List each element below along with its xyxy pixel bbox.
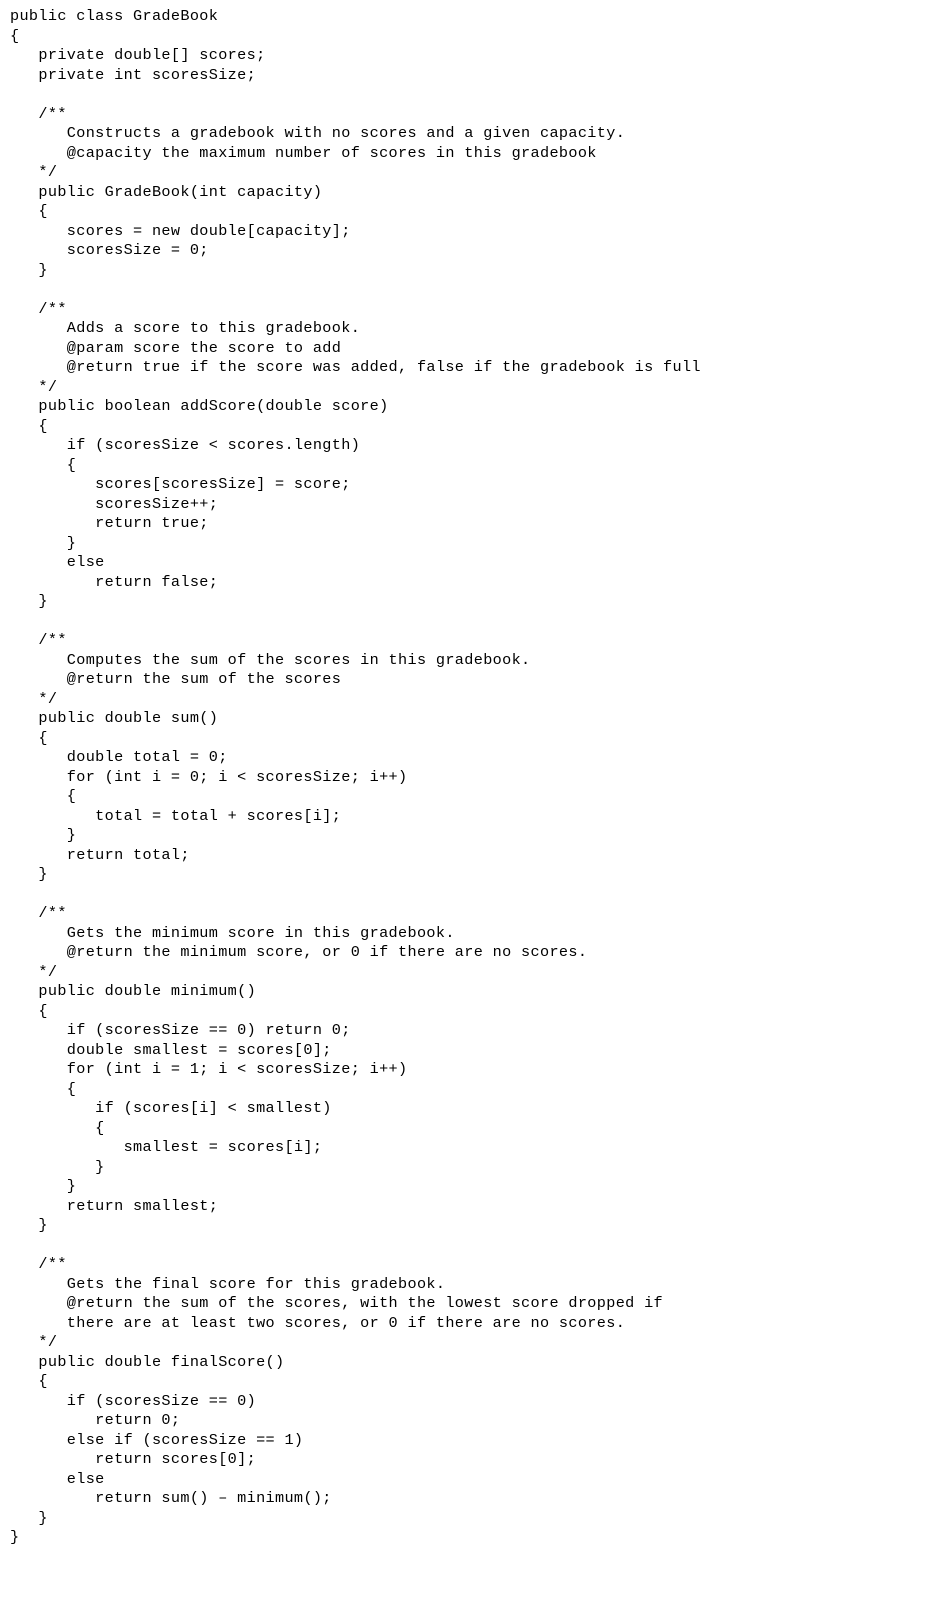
code-line: scores = new double[capacity]; bbox=[10, 221, 351, 240]
code-line: return total; bbox=[10, 845, 190, 864]
code-line: */ bbox=[10, 377, 58, 396]
code-line: scores[scoresSize] = score; bbox=[10, 475, 351, 493]
code-line: @return the sum of the scores bbox=[10, 670, 342, 688]
code-line: /** bbox=[10, 904, 67, 922]
code-line: return 0; bbox=[10, 1411, 181, 1429]
code-line: */ bbox=[10, 689, 58, 708]
code-line: } bbox=[10, 592, 48, 610]
code-line: { bbox=[10, 26, 20, 45]
code-line: } bbox=[10, 1177, 77, 1195]
code-line: } bbox=[10, 1216, 48, 1234]
code-line: public GradeBook(int capacity) bbox=[10, 182, 323, 201]
code-line: */ bbox=[10, 1333, 58, 1351]
code-line: scoresSize++; bbox=[10, 494, 219, 513]
code-line: if (scores[i] < smallest) bbox=[10, 1099, 332, 1117]
code-line: @return the minimum score, or 0 if there… bbox=[10, 943, 588, 961]
code-line: } bbox=[10, 533, 77, 552]
code-line: Gets the minimum score in this gradebook… bbox=[10, 923, 455, 942]
code-line: { bbox=[10, 202, 48, 220]
code-line: scoresSize = 0; bbox=[10, 241, 209, 259]
code-line: double smallest = scores[0]; bbox=[10, 1040, 332, 1059]
code-line: Gets the final score for this gradebook. bbox=[10, 1274, 446, 1293]
code-line: { bbox=[10, 1001, 48, 1020]
code-line: else bbox=[10, 553, 105, 571]
code-line: /** bbox=[10, 631, 67, 649]
code-line: } bbox=[10, 826, 77, 844]
code-line: /** bbox=[10, 104, 67, 123]
code-line: { bbox=[10, 1079, 77, 1098]
code-line: @capacity the maximum number of scores i… bbox=[10, 143, 597, 162]
code-line: { bbox=[10, 455, 77, 474]
code-line: public boolean addScore(double score) bbox=[10, 397, 389, 415]
code-line: /** bbox=[10, 1255, 67, 1273]
code-line: return true; bbox=[10, 514, 209, 532]
code-line: smallest = scores[i]; bbox=[10, 1138, 323, 1156]
code-line: if (scoresSize < scores.length) bbox=[10, 436, 361, 454]
code-line: Constructs a gradebook with no scores an… bbox=[10, 124, 626, 142]
code-line: else bbox=[10, 1469, 105, 1488]
code-line: @return the sum of the scores, with the … bbox=[10, 1294, 664, 1312]
code-line: { bbox=[10, 1118, 105, 1137]
code-line: Adds a score to this gradebook. bbox=[10, 319, 361, 337]
code-listing: public class GradeBook{ private double[]… bbox=[10, 7, 930, 1548]
code-line: private int scoresSize; bbox=[10, 65, 257, 84]
code-line: else if (scoresSize == 1) bbox=[10, 1430, 304, 1449]
code-line: return sum() – minimum(); bbox=[10, 1489, 332, 1507]
code-line: { bbox=[10, 728, 48, 747]
code-line: { bbox=[10, 787, 77, 805]
code-line: */ bbox=[10, 163, 58, 181]
code-line: return false; bbox=[10, 572, 219, 591]
code-line: { bbox=[10, 416, 48, 435]
code-line: } bbox=[10, 1528, 20, 1546]
code-line: return smallest; bbox=[10, 1196, 219, 1215]
code-line: for (int i = 1; i < scoresSize; i++) bbox=[10, 1060, 408, 1078]
code-line: } bbox=[10, 1508, 48, 1527]
code-line: } bbox=[10, 865, 48, 883]
code-line: */ bbox=[10, 962, 58, 981]
code-line: there are at least two scores, or 0 if t… bbox=[10, 1313, 626, 1332]
code-line: total = total + scores[i]; bbox=[10, 806, 342, 825]
code-line: } bbox=[10, 260, 48, 279]
code-line: @param score the score to add bbox=[10, 338, 342, 357]
code-line: double total = 0; bbox=[10, 748, 228, 766]
code-line: @return true if the score was added, fal… bbox=[10, 358, 701, 376]
code-line: if (scoresSize == 0) return 0; bbox=[10, 1021, 351, 1039]
code-line: public double sum() bbox=[10, 709, 219, 727]
code-line: for (int i = 0; i < scoresSize; i++) bbox=[10, 767, 408, 786]
code-line: /** bbox=[10, 299, 67, 318]
code-line: public double finalScore() bbox=[10, 1352, 285, 1371]
code-line: if (scoresSize == 0) bbox=[10, 1391, 257, 1410]
code-line: public double minimum() bbox=[10, 982, 257, 1000]
code-line: return scores[0]; bbox=[10, 1450, 257, 1468]
code-line: } bbox=[10, 1157, 105, 1176]
code-line: public class GradeBook bbox=[10, 7, 219, 25]
code-line: Computes the sum of the scores in this g… bbox=[10, 650, 531, 669]
code-line: private double[] scores; bbox=[10, 46, 266, 64]
code-line: { bbox=[10, 1372, 48, 1390]
